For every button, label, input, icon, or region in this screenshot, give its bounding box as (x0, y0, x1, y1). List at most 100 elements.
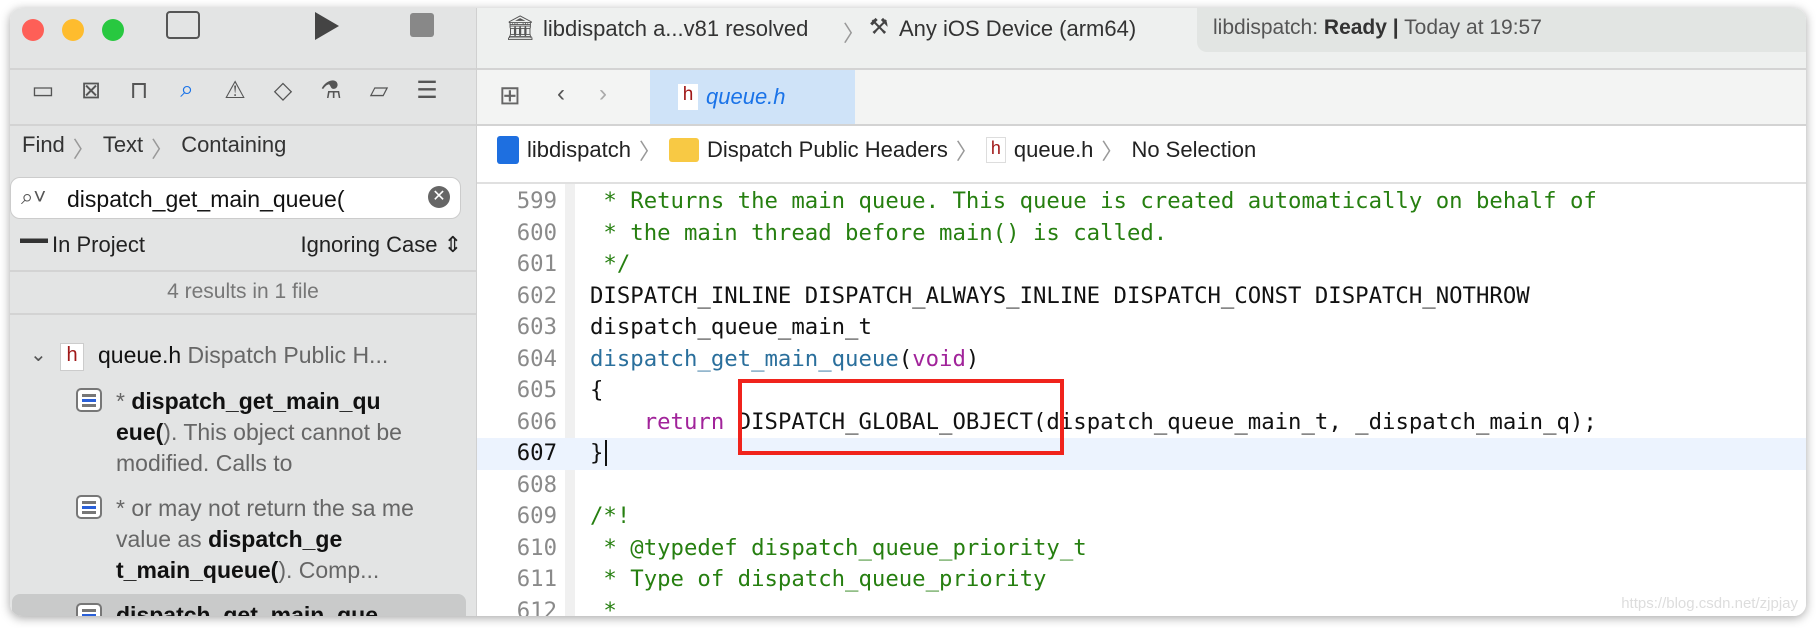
close-window-button[interactable] (22, 19, 44, 41)
back-icon[interactable]: ‹ (557, 80, 565, 108)
code-line[interactable]: 607} (477, 438, 1806, 470)
breadcrumb-group[interactable]: Dispatch Public Headers (707, 137, 948, 163)
project-icon (497, 136, 519, 164)
search-options-icon[interactable]: ⌕˅ (21, 184, 46, 210)
status-time: Today at 19:57 (1404, 16, 1542, 39)
find-icon[interactable]: ⌕ (172, 76, 202, 104)
result-item[interactable]: * dispatch_get_main_qu eue(). This objec… (116, 386, 436, 479)
activity-status: libdispatch: Ready | Today at 19:57 (1197, 8, 1806, 52)
status-state: Ready (1323, 16, 1387, 39)
clear-search-icon[interactable]: ✕ (428, 186, 450, 208)
result-file-name: queue.h (98, 342, 182, 368)
grid-icon[interactable]: ⊞ (499, 80, 521, 111)
code-text: dispatch_queue_main_t (590, 312, 872, 344)
breadcrumb-file[interactable]: queue.h (1014, 137, 1094, 163)
result-item[interactable]: * or may not return the sa me value as d… (116, 493, 436, 586)
result-item-selected[interactable]: dispatch_get_main_que (116, 600, 436, 616)
source-control-icon[interactable]: ⊠ (76, 76, 106, 105)
breadcrumb-project[interactable]: libdispatch (527, 137, 631, 163)
code-token: * Type of dispatch_queue_priority (590, 566, 1047, 592)
code-text: /*! (590, 501, 630, 533)
code-line[interactable]: 606 return DISPATCH_GLOBAL_OBJECT(dispat… (477, 407, 1806, 439)
find-mode[interactable]: Find (22, 132, 65, 164)
code-text: */ (590, 249, 630, 281)
folder-icon[interactable]: ▭ (28, 76, 58, 105)
code-line[interactable]: 602 DISPATCH_INLINE DISPATCH_ALWAYS_INLIN… (477, 281, 1806, 313)
line-number: 606 (516, 408, 557, 435)
header-file-icon: h (985, 137, 1006, 163)
report-icon[interactable]: ☰ (412, 76, 442, 105)
result-file-group: Dispatch Public H... (187, 342, 389, 368)
scope-selector[interactable]: In Project (52, 232, 145, 258)
line-number: 604 (516, 345, 557, 372)
stop-icon[interactable] (410, 13, 434, 37)
hammer-icon: ⚒ (869, 14, 889, 39)
forward-icon[interactable]: › (599, 80, 607, 108)
line-number: 599 (516, 188, 557, 214)
code-line[interactable]: 603 dispatch_queue_main_t (477, 312, 1806, 344)
watermark: https://blog.csdn.net/zjpjay (1621, 595, 1798, 612)
code-line[interactable]: 601 */ (477, 249, 1806, 281)
destination-selector[interactable]: Any iOS Device (arm64) (899, 16, 1136, 42)
tab-label: queue.h (706, 84, 786, 109)
code-line[interactable]: 604 dispatch_get_main_queue(void) (477, 344, 1806, 376)
run-icon[interactable] (315, 12, 339, 40)
search-input[interactable]: dispatch_get_main_queue( (67, 186, 344, 213)
line-number: 602 (516, 282, 557, 309)
code-text: * the main thread before main() is calle… (590, 218, 1167, 250)
code-line[interactable]: 612 * (477, 596, 1806, 617)
code-text: * Returns the main queue. This queue is … (590, 186, 1596, 218)
header-file-icon: h (60, 343, 84, 371)
code-line[interactable]: 608 (477, 470, 1806, 502)
breadcrumb-symbol[interactable]: No Selection (1131, 137, 1256, 163)
toolbar: 🏛 libdispatch a...v81 resolved 〉 ⚒ Any i… (477, 8, 1806, 68)
disclosure-chevron-icon[interactable]: ⌄ (30, 342, 47, 367)
code-line[interactable]: 599 * Returns the main queue. This queue… (477, 186, 1806, 218)
code-line[interactable]: 605 { (477, 375, 1806, 407)
result-line-icon (76, 388, 102, 412)
line-number: 600 (516, 219, 557, 246)
code-line[interactable]: 609 /*! (477, 501, 1806, 533)
line-number: 612 (516, 597, 557, 617)
line-number: 607 (516, 440, 557, 466)
code-token: ) (965, 345, 980, 372)
status-separator: | (1392, 16, 1399, 39)
code-line[interactable]: 600 * the main thread before main() is c… (477, 218, 1806, 250)
code-token: void (912, 345, 966, 372)
debug-spray-icon[interactable]: ⚗ (316, 76, 346, 105)
line-number: 601 (516, 251, 557, 277)
issue-warning-icon[interactable]: ⚠ (220, 76, 250, 105)
tab-queue-h[interactable]: h queue.h (650, 70, 855, 124)
code-line[interactable]: 611 * Type of dispatch_queue_priority (477, 564, 1806, 596)
scheme-selector[interactable]: libdispatch a...v81 resolved (543, 16, 808, 42)
code-text: * (590, 596, 616, 617)
tab-bar: ⊞ ‹ › h queue.h (477, 70, 1806, 124)
find-path-breadcrumb[interactable]: Find 〉 Text 〉 Containing (22, 132, 286, 164)
jump-bar: libdispatch 〉 Dispatch Public Headers 〉 h … (497, 134, 1256, 166)
line-number: 608 (516, 471, 557, 498)
sidebar-toggle-icon[interactable] (166, 11, 200, 39)
result-line-icon (76, 603, 102, 616)
test-icon[interactable]: ◇ (268, 76, 298, 105)
find-search-field[interactable]: ⌕˅ dispatch_get_main_queue( ✕ (10, 177, 461, 219)
line-number: 603 (516, 314, 557, 340)
code-token: dispatch_get_main_queue (590, 345, 899, 372)
text-cursor (605, 440, 608, 466)
code-line[interactable]: 610 * @typedef dispatch_queue_priority_t (477, 533, 1806, 565)
scope-icon: ▬▬ (20, 230, 48, 247)
find-type[interactable]: Text (103, 132, 143, 164)
case-selector[interactable]: Ignoring Case ⇕ (300, 232, 462, 258)
symbol-icon[interactable]: ⊓ (124, 76, 154, 105)
code-text: * @typedef dispatch_queue_priority_t (590, 533, 1086, 565)
code-editor[interactable]: 599 * Returns the main queue. This queue… (477, 184, 1806, 616)
line-number: 605 (516, 377, 557, 403)
breakpoint-icon[interactable]: ▱ (364, 76, 394, 105)
code-text: } (590, 438, 608, 470)
find-match[interactable]: Containing (181, 132, 286, 164)
navigator-sidebar: ▭ ⊠ ⊓ ⌕ ⚠ ◇ ⚗ ▱ ☰ Find 〉 Text 〉 Containing… (10, 8, 477, 616)
case-label: Ignoring Case (300, 232, 438, 257)
zoom-window-button[interactable] (102, 19, 124, 41)
result-file-row[interactable]: queue.h Dispatch Public H... (98, 342, 388, 369)
minimize-window-button[interactable] (62, 19, 84, 41)
